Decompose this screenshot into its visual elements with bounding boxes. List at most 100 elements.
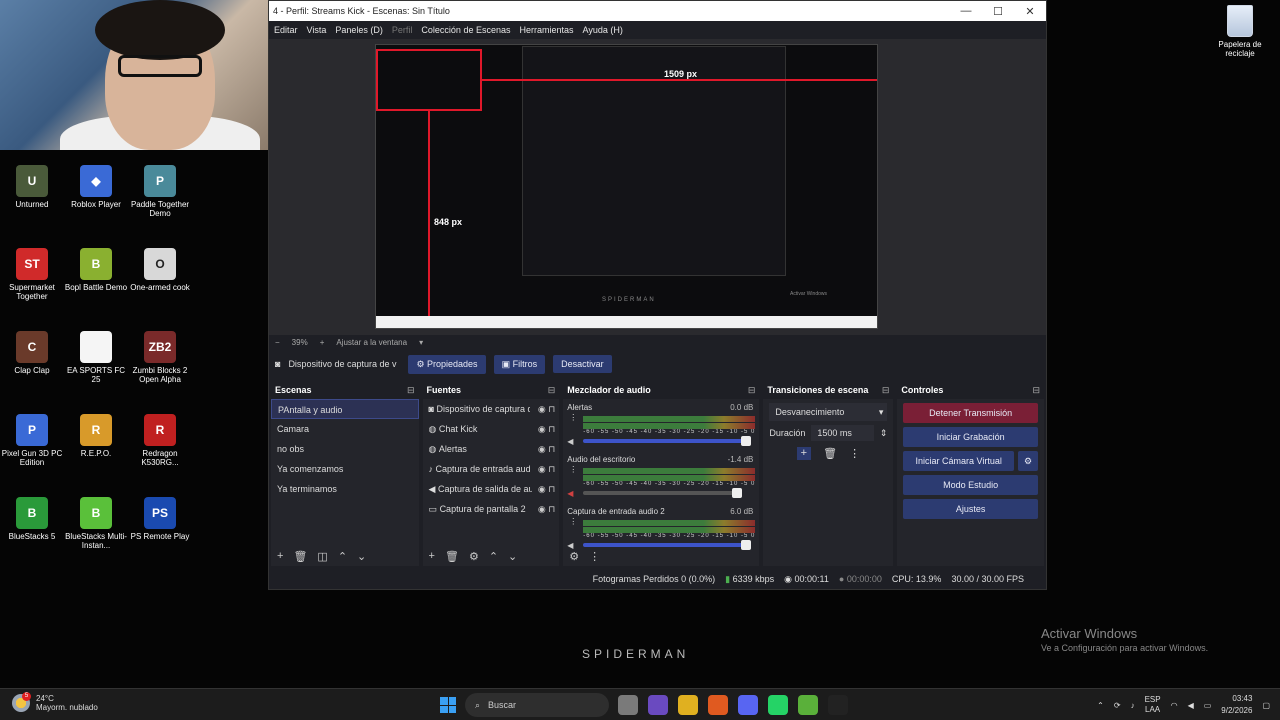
eye-icon[interactable]: ◉ bbox=[538, 404, 546, 414]
maximize-icon[interactable]: ☐ bbox=[982, 5, 1014, 18]
menu-item[interactable]: Editar bbox=[274, 25, 298, 35]
start-virtual-cam-button[interactable]: Iniciar Cámara Virtual bbox=[903, 451, 1014, 471]
eye-icon[interactable]: ◉ bbox=[538, 504, 546, 514]
add-icon[interactable]: + bbox=[277, 550, 283, 562]
lock-icon[interactable]: ⊓ bbox=[548, 404, 555, 414]
menu-item[interactable]: Colección de Escenas bbox=[421, 25, 510, 35]
menu-item[interactable]: Ayuda (H) bbox=[583, 25, 623, 35]
menu-item[interactable]: Vista bbox=[307, 25, 327, 35]
scene-item[interactable]: Ya terminamos bbox=[271, 479, 419, 499]
add-icon[interactable]: + bbox=[429, 550, 435, 562]
menu-item[interactable]: Herramientas bbox=[519, 25, 573, 35]
desktop-icon[interactable]: ZB2 Zumbi Blocks 2 Open Alpha bbox=[128, 331, 192, 384]
duration-input[interactable]: 1500 ms bbox=[811, 425, 874, 441]
duration-stepper-icon[interactable]: ⇕ bbox=[880, 428, 888, 439]
desktop-icon[interactable]: R R.E.P.O. bbox=[64, 414, 128, 458]
eye-icon[interactable]: ◉ bbox=[538, 444, 546, 454]
mixer-settings-icon[interactable]: ⚙ bbox=[569, 550, 579, 563]
filters-button[interactable]: ▣ Filtros bbox=[493, 354, 546, 374]
desktop-icon[interactable]: ST Supermarket Together bbox=[0, 248, 64, 301]
chevron-down-icon[interactable]: ▾ bbox=[419, 338, 423, 347]
lock-icon[interactable]: ⊓ bbox=[548, 464, 555, 474]
trash-icon[interactable]: 🗑 bbox=[445, 550, 459, 563]
zoom-in-icon[interactable]: + bbox=[320, 338, 325, 347]
eye-icon[interactable]: ◉ bbox=[538, 464, 546, 474]
chevron-up-icon[interactable]: ⌃ bbox=[1097, 701, 1104, 710]
studio-mode-button[interactable]: Modo Estudio bbox=[903, 475, 1038, 495]
taskbar-app-icon[interactable] bbox=[678, 695, 698, 715]
desktop-icon[interactable]: P Pixel Gun 3D PC Edition bbox=[0, 414, 64, 467]
dock-options-icon[interactable]: ⊟ bbox=[882, 381, 890, 399]
slider-handle[interactable] bbox=[731, 488, 742, 498]
fit-window-label[interactable]: Ajustar a la ventana bbox=[336, 338, 407, 347]
volume-slider[interactable] bbox=[583, 436, 752, 446]
trash-icon[interactable]: 🗑 bbox=[823, 447, 837, 460]
source-item[interactable]: ◍ Chat Kick ◉ ⊓ bbox=[423, 419, 560, 439]
dock-options-icon[interactable]: ⊟ bbox=[407, 381, 415, 399]
close-icon[interactable]: ✕ bbox=[1014, 5, 1046, 18]
desktop-icon[interactable]: B BlueStacks 5 bbox=[0, 497, 64, 541]
scene-item[interactable]: Ya comenzamos bbox=[271, 459, 419, 479]
language-indicator[interactable]: ESP LAA bbox=[1145, 695, 1161, 715]
microphone-icon[interactable]: ♪ bbox=[1131, 701, 1135, 710]
menu-item[interactable]: Perfil bbox=[392, 25, 413, 35]
chevron-up-icon[interactable]: ⌃ bbox=[338, 550, 347, 563]
desktop-icon[interactable]: P Paddle Together Demo bbox=[128, 165, 192, 218]
dock-options-icon[interactable]: ⊟ bbox=[1032, 381, 1040, 399]
taskbar-app-icon[interactable] bbox=[828, 695, 848, 715]
wifi-icon[interactable]: ◠ bbox=[1171, 701, 1178, 710]
stop-stream-button[interactable]: Detener Transmisión bbox=[903, 403, 1038, 423]
scene-item[interactable]: Camara bbox=[271, 419, 419, 439]
settings-button[interactable]: Ajustes bbox=[903, 499, 1038, 519]
battery-icon[interactable]: ▭ bbox=[1204, 701, 1212, 710]
start-button[interactable] bbox=[440, 697, 456, 713]
source-item[interactable]: ♪ Captura de entrada aud ◉ ⊓ bbox=[423, 459, 560, 479]
scene-item[interactable]: no obs bbox=[271, 439, 419, 459]
notification-icon[interactable]: ▢ bbox=[1262, 701, 1270, 710]
gear-icon[interactable]: ⚙ bbox=[469, 550, 479, 563]
more-options-icon[interactable]: ⋮ bbox=[569, 413, 577, 422]
desktop-icon[interactable]: EA SPORTS FC 25 bbox=[64, 331, 128, 384]
gear-icon[interactable]: ⚙ bbox=[1018, 451, 1038, 471]
taskbar-app-icon[interactable] bbox=[768, 695, 788, 715]
minimize-icon[interactable]: — bbox=[950, 5, 982, 18]
volume-slider[interactable] bbox=[583, 488, 742, 498]
source-item[interactable]: ◙ Dispositivo de captura d ◉ ⊓ bbox=[423, 399, 560, 419]
desktop-icon[interactable]: ◆ Roblox Player bbox=[64, 165, 128, 209]
weather-widget[interactable]: 5 24°C Mayorm. nublado bbox=[12, 692, 98, 712]
slider-handle[interactable] bbox=[741, 436, 752, 446]
trash-icon[interactable]: 🗑 bbox=[293, 550, 307, 563]
scene-item[interactable]: PAntalla y audio bbox=[271, 399, 419, 419]
recycle-bin[interactable]: Papelera de reciclaje bbox=[1210, 5, 1270, 58]
taskbar-app-icon[interactable] bbox=[798, 695, 818, 715]
source-item[interactable]: ◀ Captura de salida de au ◉ ⊓ bbox=[423, 479, 560, 499]
desktop-icon[interactable]: B Bopl Battle Demo bbox=[64, 248, 128, 292]
desktop-icon[interactable]: R Redragon K530RG... bbox=[128, 414, 192, 467]
source-item[interactable]: ▭ Captura de pantalla 2 ◉ ⊓ bbox=[423, 499, 560, 519]
taskbar-app-icon[interactable] bbox=[738, 695, 758, 715]
taskbar-app-icon[interactable] bbox=[708, 695, 728, 715]
more-options-icon[interactable]: ⋮ bbox=[569, 517, 577, 526]
desktop-icon[interactable]: PS PS Remote Play bbox=[128, 497, 192, 541]
more-options-icon[interactable]: ⋮ bbox=[589, 550, 600, 563]
chevron-down-icon[interactable]: ⌄ bbox=[357, 550, 366, 563]
properties-button[interactable]: ⚙ Propiedades bbox=[408, 354, 486, 374]
speaker-icon[interactable]: ◀ bbox=[567, 437, 573, 446]
selection-box[interactable] bbox=[376, 49, 482, 111]
menu-item[interactable]: Paneles (D) bbox=[335, 25, 383, 35]
lock-icon[interactable]: ⊓ bbox=[548, 444, 555, 454]
eye-icon[interactable]: ◉ bbox=[538, 484, 546, 494]
mute-icon[interactable]: ◀ bbox=[567, 489, 573, 498]
preview-area[interactable]: 1509 px 848 px SPIDERMAN Activar Windows bbox=[269, 39, 1046, 335]
lock-icon[interactable]: ⊓ bbox=[548, 484, 555, 494]
start-recording-button[interactable]: Iniciar Grabación bbox=[903, 427, 1038, 447]
lock-icon[interactable]: ⊓ bbox=[548, 424, 555, 434]
taskbar-app-icon[interactable] bbox=[648, 695, 668, 715]
dock-options-icon[interactable]: ⊟ bbox=[748, 381, 756, 399]
deactivate-button[interactable]: Desactivar bbox=[553, 355, 612, 373]
lock-icon[interactable]: ⊓ bbox=[548, 504, 555, 514]
transition-select[interactable]: Desvanecimiento ▾ bbox=[769, 403, 888, 421]
zoom-out-icon[interactable]: − bbox=[275, 338, 280, 347]
desktop-icon[interactable]: C Clap Clap bbox=[0, 331, 64, 375]
clock[interactable]: 03:43 9/2/2026 bbox=[1221, 693, 1252, 717]
